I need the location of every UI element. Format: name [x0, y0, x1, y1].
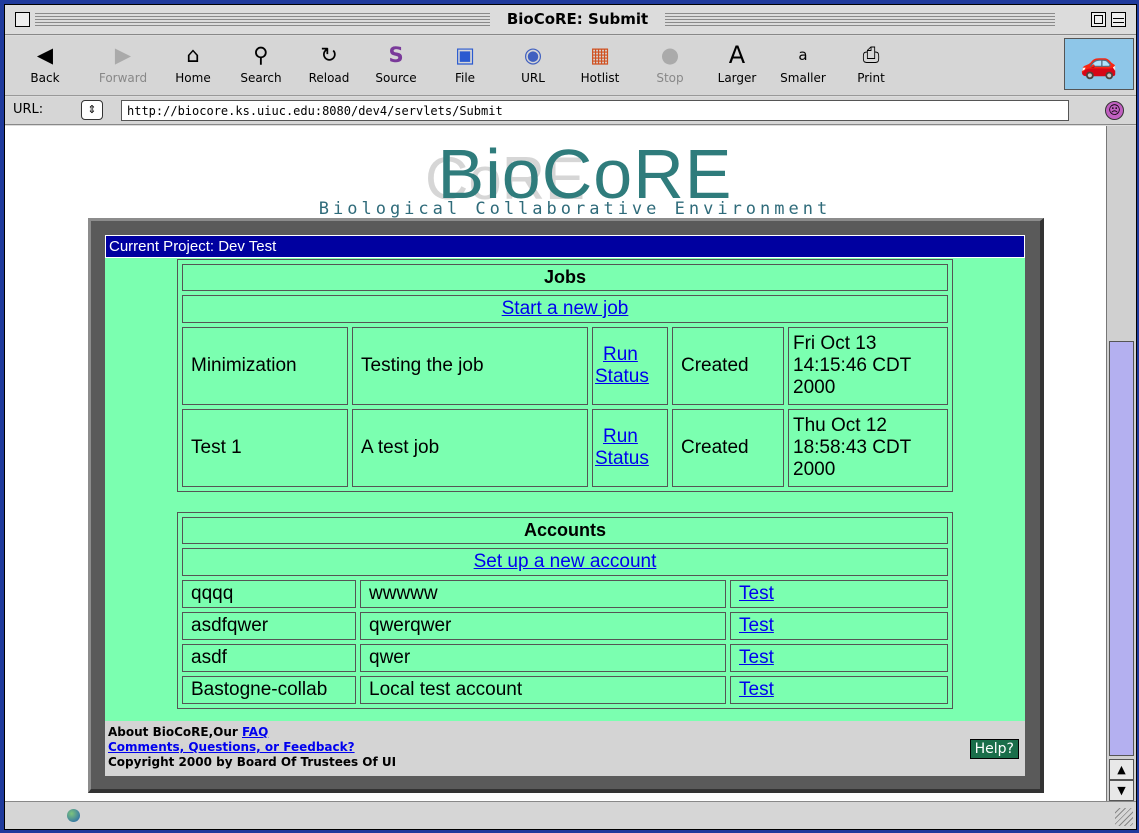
- job-description: A test job: [352, 409, 588, 487]
- job-run-link[interactable]: Run: [595, 344, 665, 366]
- smaller-font-icon: a: [798, 46, 808, 64]
- table-row: Test 1 A test job Run Status Created Thu …: [182, 409, 948, 487]
- page-content: CoRE BioCoRE Biological Collaborative En…: [5, 126, 1107, 802]
- globe-icon: ◉: [523, 43, 543, 67]
- table-row: Minimization Testing the job Run Status C…: [182, 327, 948, 405]
- job-state: Created: [672, 327, 784, 405]
- account-test-link[interactable]: Test: [739, 647, 774, 668]
- url-button[interactable]: ◉ URL: [513, 40, 553, 92]
- forward-button[interactable]: ▶ Forward: [93, 40, 153, 92]
- source-button[interactable]: S Source: [369, 40, 423, 92]
- url-history-stepper[interactable]: ⇕: [81, 100, 103, 120]
- current-project-bar: Current Project: Dev Test: [105, 235, 1025, 258]
- feedback-link[interactable]: Comments, Questions, or Feedback?: [108, 740, 355, 754]
- account-name: asdfqwer: [182, 612, 356, 640]
- account-description: wwwww: [360, 580, 726, 608]
- jobs-table: Jobs Start a new job Minimization Testin…: [177, 259, 953, 492]
- job-date: Thu Oct 12 18:58:43 CDT 2000: [788, 409, 948, 487]
- title-bar[interactable]: BioCoRE: Submit: [5, 5, 1136, 35]
- toolbar: ◀ Back ▶ Forward ⌂ Home ⚲ Search ↻ Reload S So…: [5, 36, 1136, 96]
- zoom-box[interactable]: [1091, 12, 1106, 27]
- search-button[interactable]: ⚲ Search: [233, 40, 289, 92]
- account-name: Bastogne-collab: [182, 676, 356, 704]
- table-row: asdf qwer Test: [182, 644, 948, 672]
- accounts-table: Accounts Set up a new account qqqq wwwww…: [177, 512, 953, 709]
- car-logo-icon: 🚗: [1064, 38, 1134, 90]
- accounts-header: Accounts: [182, 517, 948, 544]
- account-name: asdf: [182, 644, 356, 672]
- page-footer: About BioCoRE,Our FAQ Comments, Question…: [105, 721, 1025, 776]
- smaller-button[interactable]: a Smaller: [773, 40, 833, 92]
- larger-button[interactable]: A Larger: [711, 40, 763, 92]
- home-button[interactable]: ⌂ Home: [171, 40, 215, 92]
- table-row: qqqq wwwww Test: [182, 580, 948, 608]
- close-box[interactable]: [15, 12, 30, 27]
- larger-font-icon: A: [728, 41, 746, 69]
- job-status-link[interactable]: Status: [595, 366, 665, 388]
- file-icon: ▣: [455, 43, 475, 67]
- account-test-link[interactable]: Test: [739, 583, 774, 604]
- stop-icon: ●: [660, 43, 680, 67]
- browser-window: BioCoRE: Submit ◀ Back ▶ Forward ⌂ Home ⚲ Se…: [4, 4, 1137, 830]
- account-test-link[interactable]: Test: [739, 615, 774, 636]
- source-icon: S: [388, 43, 404, 67]
- back-button[interactable]: ◀ Back: [25, 40, 65, 92]
- job-run-link[interactable]: Run: [595, 426, 665, 448]
- resize-grip-icon[interactable]: [1115, 808, 1133, 826]
- stop-button[interactable]: ● Stop: [649, 40, 691, 92]
- search-icon: ⚲: [253, 43, 269, 67]
- collapse-box[interactable]: [1111, 12, 1126, 27]
- reload-button[interactable]: ↻ Reload: [303, 40, 355, 92]
- print-button[interactable]: ⎙ Print: [851, 40, 891, 92]
- table-row: asdfqwer qwerqwer Test: [182, 612, 948, 640]
- url-label: URL:: [13, 102, 44, 117]
- url-field[interactable]: http://biocore.ks.uiuc.edu:8080/dev4/ser…: [121, 100, 1069, 121]
- biocore-logo: CoRE BioCoRE Biological Collaborative En…: [305, 134, 865, 224]
- table-row: Bastogne-collab Local test account Test: [182, 676, 948, 704]
- window-title: BioCoRE: Submit: [506, 10, 649, 28]
- job-date: Fri Oct 13 14:15:46 CDT 2000: [788, 327, 948, 405]
- account-description: qwerqwer: [360, 612, 726, 640]
- hotlist-button[interactable]: ▦ Hotlist: [573, 40, 627, 92]
- copyright-text: Copyright 2000 by Board Of Trustees Of U…: [108, 755, 397, 769]
- start-new-job-link[interactable]: Start a new job: [502, 298, 629, 319]
- scroll-down-arrow-icon[interactable]: ▼: [1109, 780, 1134, 801]
- hotlist-icon: ▦: [590, 43, 610, 67]
- new-account-link[interactable]: Set up a new account: [474, 551, 657, 572]
- scroll-thumb[interactable]: [1109, 341, 1134, 756]
- logo-subtitle: Biological Collaborative Environment: [318, 199, 832, 219]
- security-face-icon[interactable]: ☹: [1105, 101, 1124, 120]
- url-bar: URL: ⇕ http://biocore.ks.uiuc.edu:8080/d…: [5, 97, 1136, 125]
- job-name: Minimization: [182, 327, 348, 405]
- job-state: Created: [672, 409, 784, 487]
- globe-icon: [67, 809, 80, 822]
- home-icon: ⌂: [186, 43, 200, 67]
- job-name: Test 1: [182, 409, 348, 487]
- vertical-scrollbar[interactable]: ▲ ▼: [1106, 126, 1136, 802]
- account-name: qqqq: [182, 580, 356, 608]
- account-description: qwer: [360, 644, 726, 672]
- account-description: Local test account: [360, 676, 726, 704]
- printer-icon: ⎙: [862, 43, 880, 67]
- jobs-header: Jobs: [182, 264, 948, 291]
- project-frame: Current Project: Dev Test Jobs Start a n…: [88, 218, 1044, 793]
- scroll-up-arrow-icon[interactable]: ▲: [1109, 759, 1134, 780]
- job-status-link[interactable]: Status: [595, 448, 665, 470]
- faq-link[interactable]: FAQ: [242, 725, 268, 739]
- job-description: Testing the job: [352, 327, 588, 405]
- back-arrow-icon: ◀: [36, 43, 54, 67]
- status-bar: [5, 801, 1136, 829]
- account-test-link[interactable]: Test: [739, 679, 774, 700]
- reload-icon: ↻: [320, 43, 338, 67]
- forward-arrow-icon: ▶: [114, 43, 132, 67]
- about-biocore-text: About BioCoRE: [108, 725, 209, 739]
- help-button[interactable]: Help?: [969, 739, 1019, 759]
- project-panel: Jobs Start a new job Minimization Testin…: [105, 258, 1025, 721]
- file-button[interactable]: ▣ File: [445, 40, 485, 92]
